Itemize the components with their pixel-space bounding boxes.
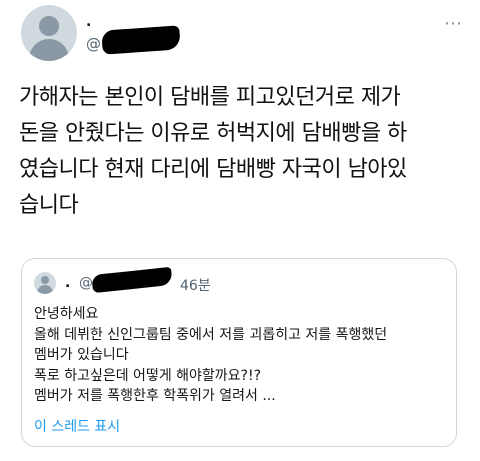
quoted-text: 안녕하세요 올해 데뷔한 신인그룹팀 중에서 저를 괴롭히고 저를 폭행했던 멤… — [34, 304, 449, 407]
quoted-line: 멤버가 저를 폭행한후 학폭위가 열려서 ... — [34, 388, 276, 404]
avatar[interactable] — [21, 5, 77, 61]
show-thread-link[interactable]: 이 스레드 표시 — [34, 416, 120, 436]
tweet-line: 가해자는 본인이 담배를 피고있던거로 제가 — [19, 85, 401, 110]
tweet-line: 돈을 안줬다는 이유로 허벅지에 담배빵을 하 — [19, 121, 407, 146]
redaction-mark — [101, 25, 181, 55]
quoted-avatar-body-shape — [37, 285, 53, 294]
tweet-line: 였습니다 현재 다리에 담배빵 자국이 남아있 — [19, 157, 407, 182]
quoted-line: 멤버가 있습니다 — [34, 347, 129, 363]
quoted-line: 올해 데뷔한 신인그룹팀 중에서 저를 괴롭히고 저를 폭행했던 — [34, 326, 388, 343]
tweet-line: 습니다 — [19, 193, 79, 218]
quoted-avatar-head-shape — [41, 276, 49, 284]
quoted-author-handle: @ — [79, 275, 93, 291]
quoted-avatar — [34, 272, 56, 294]
more-options-icon[interactable]: ⋯ — [444, 13, 463, 34]
quoted-author-name: . — [65, 275, 71, 291]
quoted-timestamp: 46분 — [180, 278, 211, 294]
author-handle[interactable]: @ — [86, 35, 101, 53]
quoted-line: 안녕하세요 — [34, 306, 99, 322]
author-name[interactable]: . — [86, 14, 91, 30]
avatar-head-shape — [39, 16, 59, 36]
quoted-line: 폭로 하고싶은데 어떻게 해야할까요?!? — [34, 367, 262, 384]
avatar-body-shape — [29, 39, 69, 61]
quoted-tweet[interactable]: . @ 46분 안녕하세요 올해 데뷔한 신인그룹팀 중에서 저를 괴롭히고 저… — [21, 258, 457, 447]
quoted-redaction-mark — [91, 266, 173, 294]
tweet-text: 가해자는 본인이 담배를 피고있던거로 제가 돈을 안줬다는 이유로 허벅지에 … — [19, 80, 469, 224]
